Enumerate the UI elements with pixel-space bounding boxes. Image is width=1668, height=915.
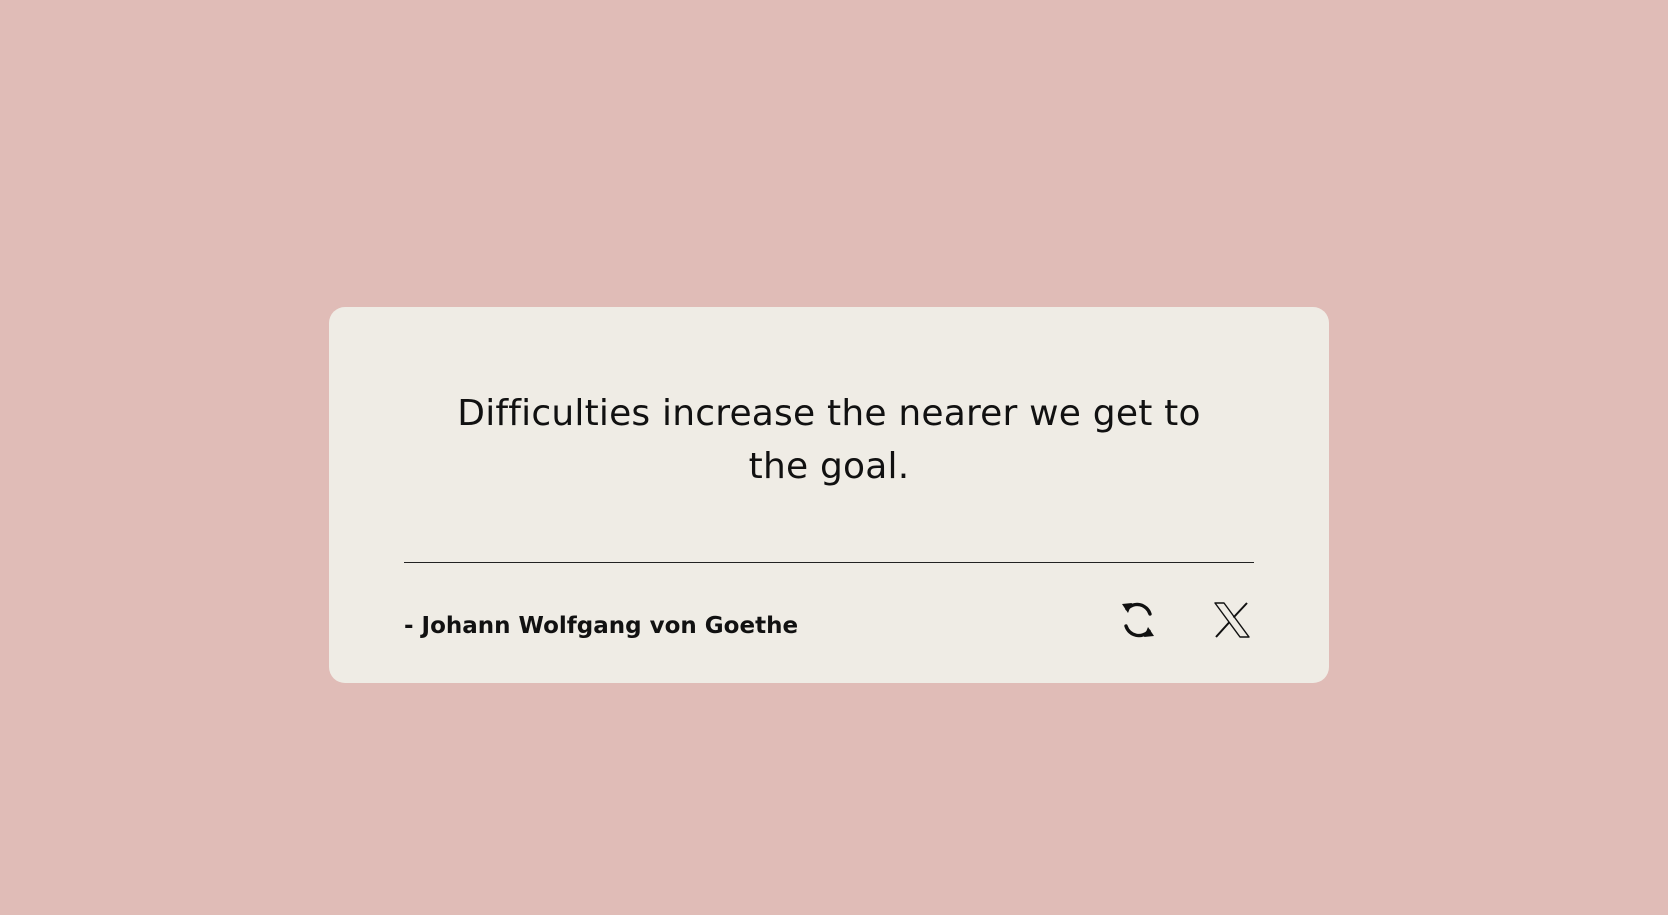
share-on-x-button[interactable]: [1210, 598, 1254, 642]
quote-author: - Johann Wolfgang von Goethe: [404, 613, 799, 639]
divider: [404, 562, 1254, 563]
refresh-icon: [1118, 598, 1158, 642]
new-quote-button[interactable]: [1116, 598, 1160, 642]
action-bar: [1116, 598, 1254, 642]
x-logo-icon: [1213, 601, 1251, 639]
quote-card: Difficulties increase the nearer we get …: [329, 307, 1329, 683]
quote-text: Difficulties increase the nearer we get …: [457, 393, 1201, 487]
